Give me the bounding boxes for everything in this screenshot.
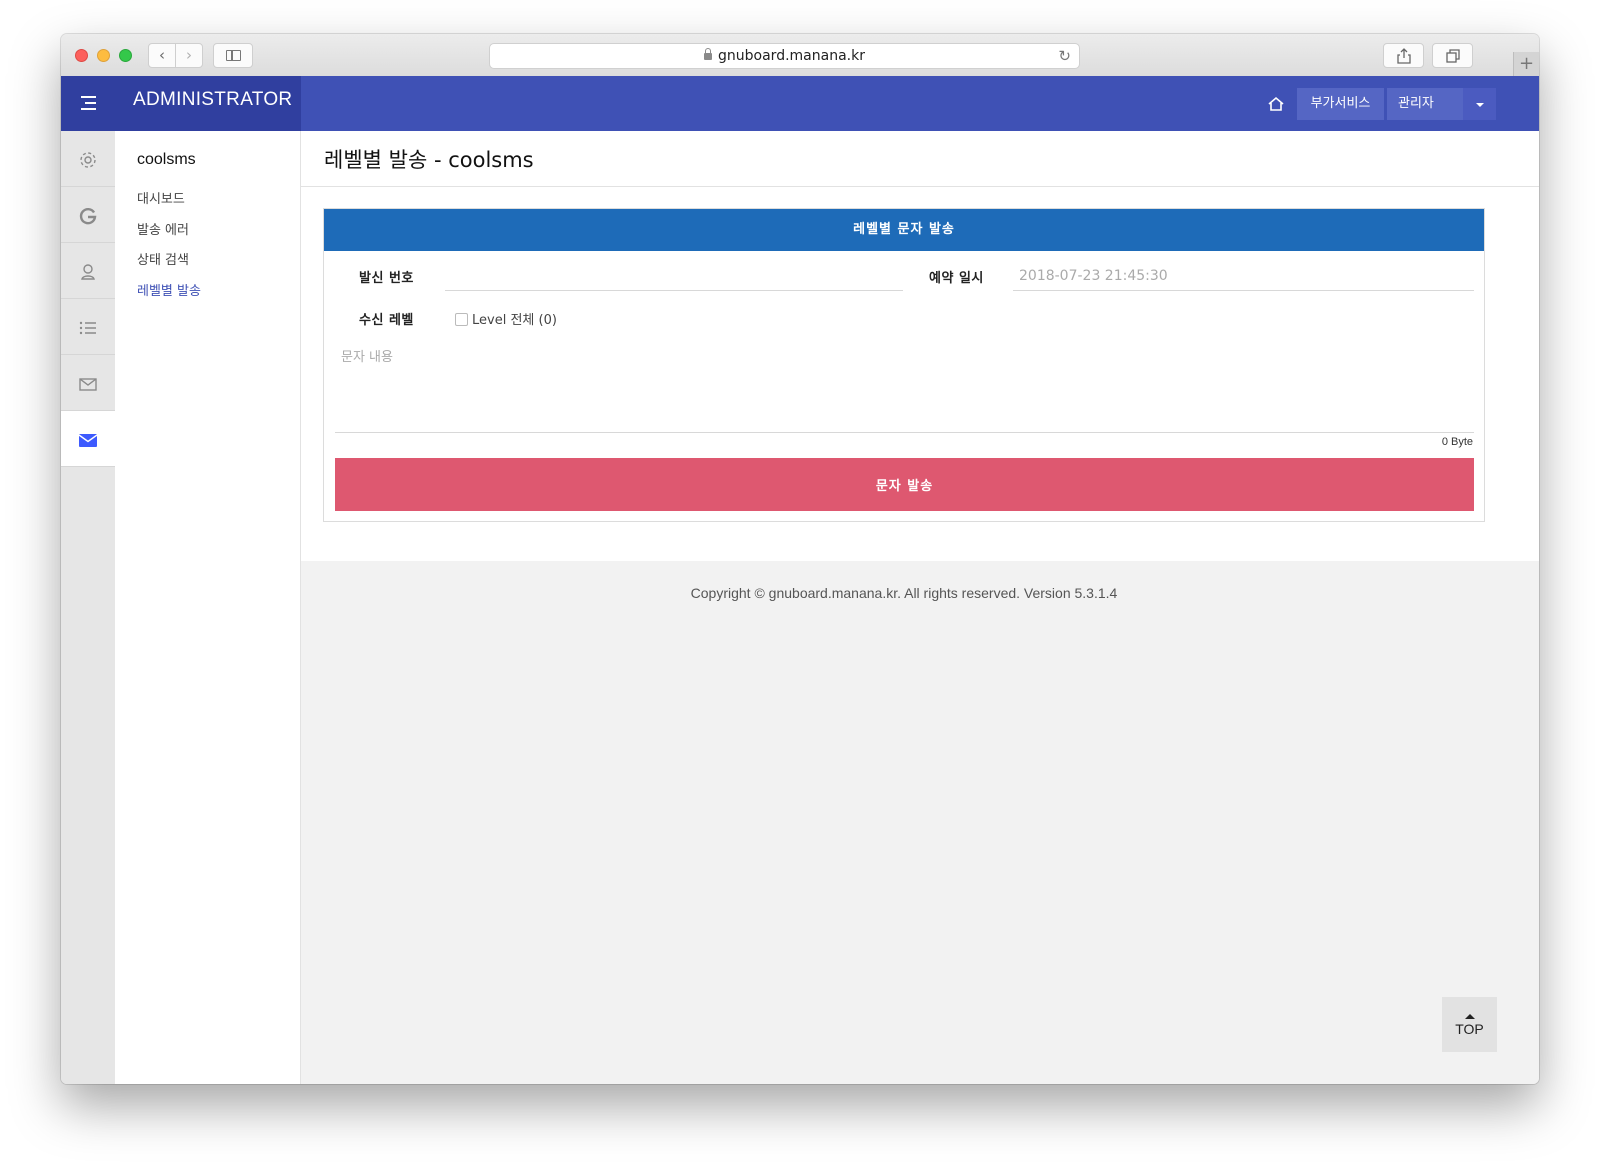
back-button[interactable]: ‹ (148, 43, 176, 68)
rail-item-settings[interactable] (61, 131, 115, 187)
menu-toggle-button[interactable] (61, 76, 115, 131)
send-sms-button[interactable]: 문자 발송 (335, 458, 1474, 511)
mail-icon (78, 434, 98, 447)
sender-number-input[interactable] (445, 261, 903, 291)
minimize-window-button[interactable] (97, 49, 110, 62)
message-textarea[interactable] (335, 340, 1474, 433)
tab-overview-button[interactable] (1432, 43, 1473, 68)
content-area: 레벨별 발송 - coolsms 레벨별 문자 발송 발신 번호 예약 일시 수… (301, 131, 1539, 561)
chevron-left-icon: ‹ (159, 46, 165, 64)
submenu-item-level-send[interactable]: 레벨별 발송 (137, 280, 201, 299)
submenu-item-send-errors[interactable]: 발송 에러 (137, 219, 189, 238)
sms-form-panel: 레벨별 문자 발송 발신 번호 예약 일시 수신 레벨 Level 전체 (0)… (323, 208, 1485, 522)
reserve-datetime-label: 예약 일시 (929, 271, 984, 286)
caret-up-icon (1464, 1014, 1475, 1019)
sidebar-icon (226, 50, 241, 61)
scroll-top-button[interactable]: TOP (1442, 997, 1497, 1052)
rail-item-sms[interactable] (61, 411, 115, 467)
browser-window: ‹ › gnuboard.manana.kr ↻ + ADMINISTRATOR… (61, 34, 1539, 1084)
level-all-checkbox[interactable] (455, 313, 468, 326)
close-window-button[interactable] (75, 49, 88, 62)
level-all-label[interactable]: Level 전체 (0) (472, 309, 557, 328)
footer-copyright: Copyright © gnuboard.manana.kr. All righ… (690, 585, 1118, 601)
browser-toolbar: ‹ › gnuboard.manana.kr ↻ + (61, 34, 1539, 78)
byte-counter: 0 Byte (1441, 436, 1473, 448)
gear-icon (80, 152, 96, 168)
share-button[interactable] (1383, 43, 1424, 68)
divider (301, 186, 1539, 187)
icon-rail (61, 131, 115, 1084)
panel-title: 레벨별 문자 발송 (324, 209, 1484, 251)
rail-item-google[interactable] (61, 187, 115, 243)
zoom-window-button[interactable] (119, 49, 132, 62)
user-icon (81, 264, 95, 280)
admin-button[interactable]: 관리자 (1387, 88, 1463, 120)
addon-services-button[interactable]: 부가서비스 (1297, 88, 1384, 120)
address-bar[interactable]: gnuboard.manana.kr ↻ (489, 43, 1080, 69)
submenu-title: coolsms (137, 151, 196, 168)
google-icon (79, 208, 97, 225)
app-header: ADMINISTRATOR 부가서비스 관리자 (61, 76, 1539, 131)
plus-icon: + (1518, 53, 1535, 74)
scroll-top-label: TOP (1455, 1021, 1484, 1037)
submenu-item-status-search[interactable]: 상태 검색 (137, 249, 189, 268)
new-tab-button[interactable]: + (1513, 52, 1539, 78)
brand-title[interactable]: ADMINISTRATOR (133, 89, 292, 111)
lock-icon (704, 48, 713, 60)
list-icon (79, 321, 96, 335)
sidebar-toggle-button[interactable] (213, 43, 253, 68)
admin-dropdown-toggle[interactable] (1463, 88, 1496, 120)
tabs-icon (1445, 49, 1460, 63)
rail-item-boards[interactable] (61, 299, 115, 355)
receive-level-label: 수신 레벨 (359, 313, 414, 328)
reserve-datetime-input[interactable] (1013, 261, 1474, 291)
sender-number-label: 발신 번호 (359, 271, 414, 286)
share-icon (1396, 48, 1411, 64)
reload-icon[interactable]: ↻ (1058, 44, 1071, 68)
home-icon[interactable] (1263, 94, 1289, 114)
submenu-item-dashboard[interactable]: 대시보드 (137, 188, 185, 207)
mail-outline-icon (79, 378, 97, 391)
submenu: coolsms 대시보드 발송 에러 상태 검색 레벨별 발송 (115, 131, 301, 1084)
rail-item-mail[interactable] (61, 355, 115, 411)
forward-button[interactable]: › (175, 43, 203, 68)
url-text: gnuboard.manana.kr (718, 48, 865, 64)
chevron-right-icon: › (186, 46, 192, 64)
main-content: 레벨별 발송 - coolsms 레벨별 문자 발송 발신 번호 예약 일시 수… (301, 131, 1539, 1084)
page-title: 레벨별 발송 - coolsms (324, 148, 534, 172)
rail-item-members[interactable] (61, 243, 115, 299)
